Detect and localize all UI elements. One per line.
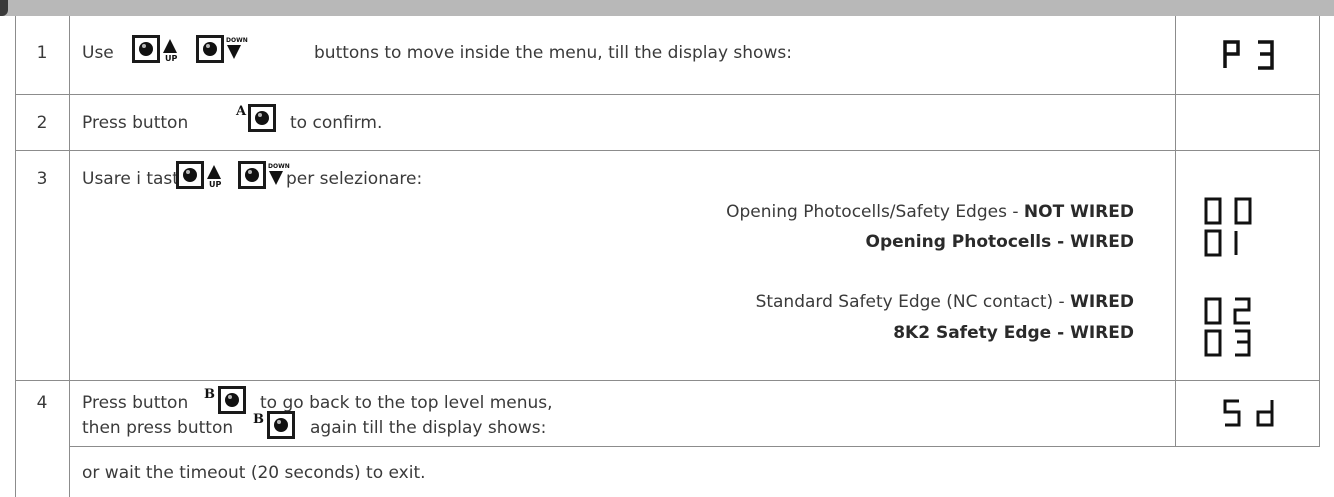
step-text-prefix: Press button xyxy=(82,393,189,413)
step-number: 3 xyxy=(36,169,48,189)
b-button-icon xyxy=(218,386,252,420)
step-text: buttons to move inside the menu, till th… xyxy=(314,43,792,63)
display-00 xyxy=(1204,197,1252,225)
a-button-icon xyxy=(248,104,282,138)
b-button-icon xyxy=(267,411,301,445)
option-not-wired: Opening Photocells/Safety Edges - NOT WI… xyxy=(726,202,1134,222)
step-text: again till the display shows: xyxy=(310,418,547,438)
down-button-icon: DOWN xyxy=(238,161,290,195)
down-button-icon: DOWN xyxy=(196,35,248,69)
step-text: to go back to the top level menus, xyxy=(260,393,553,413)
button-a-label: A xyxy=(236,104,247,119)
step-text-prefix: Press button xyxy=(82,113,189,133)
display-p3 xyxy=(1223,40,1274,70)
display-sd xyxy=(1223,399,1274,427)
display-02 xyxy=(1204,297,1251,325)
option-standard-edge: Standard Safety Edge (NC contact) - WIRE… xyxy=(755,292,1134,312)
option-opening-photocells: Opening Photocells - WIRED xyxy=(865,232,1134,252)
step-text: per selezionare: xyxy=(286,169,423,189)
up-button-icon: UP xyxy=(132,35,177,69)
button-b-label: B xyxy=(204,387,215,402)
display-03 xyxy=(1204,329,1251,357)
step-number: 2 xyxy=(36,113,48,133)
button-b-label: B xyxy=(253,412,264,427)
step-text: to confirm. xyxy=(290,113,383,133)
option-8k2-edge: 8K2 Safety Edge - WIRED xyxy=(893,323,1134,343)
footer-note: or wait the timeout (20 seconds) to exit… xyxy=(82,463,426,483)
up-button-icon: UP xyxy=(176,161,221,195)
step-text-prefix: then press button xyxy=(82,418,234,438)
step-text-prefix: Use xyxy=(82,43,114,63)
step-number: 4 xyxy=(36,393,48,413)
instruction-table: 1 Use UP DOWN buttons to move inside the… xyxy=(0,0,1334,497)
display-01 xyxy=(1204,229,1238,257)
step-text-prefix: Usare i tasti xyxy=(82,169,184,189)
step-number: 1 xyxy=(36,43,48,63)
